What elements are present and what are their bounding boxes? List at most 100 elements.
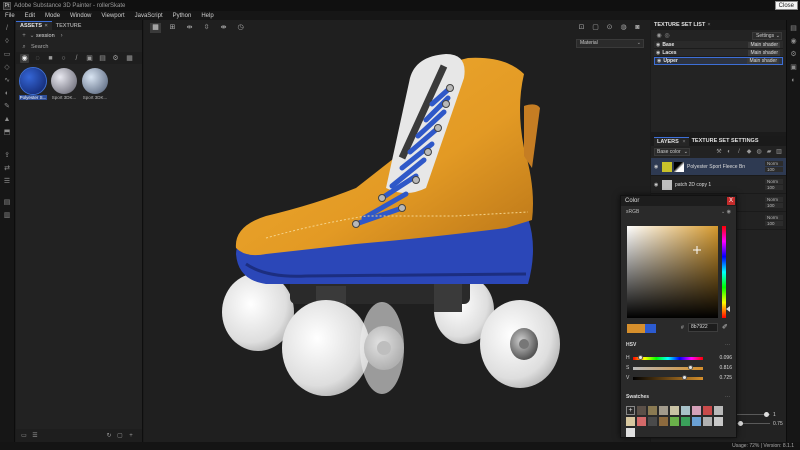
eye-icon[interactable]: ◉ xyxy=(657,58,661,64)
color-swatch[interactable] xyxy=(703,417,712,426)
hsv-section-label[interactable]: HSV xyxy=(626,342,636,348)
layer-row[interactable]: ◉ Polyester Sport Fleece Brus... Norm100 xyxy=(651,158,786,176)
shader-badge[interactable]: Main shader xyxy=(747,58,779,64)
add-icon[interactable]: + xyxy=(127,432,135,440)
close-icon[interactable]: × xyxy=(682,139,685,145)
3d-viewport[interactable]: ▦ ⊞ ⇹ ⇳ ⇼ ◷ ⊡ ▢ ⊙ ◍ ◙ Material ⌄ xyxy=(144,20,650,442)
color-space-row[interactable]: sRGB ⌄ ◉ xyxy=(621,206,736,217)
blend-controls[interactable]: Norm 100 xyxy=(765,197,783,209)
hue-slider-knob[interactable] xyxy=(726,306,730,312)
add-paint-layer-icon[interactable]: / xyxy=(735,148,743,156)
reset-camera-icon[interactable]: ⊡ xyxy=(576,23,587,33)
picker-crosshair-icon[interactable] xyxy=(693,246,701,254)
material-picker-icon[interactable]: ✎ xyxy=(3,102,12,111)
more-options-icon[interactable]: ··· xyxy=(725,394,730,400)
saturation-value-picker[interactable] xyxy=(627,226,718,318)
tab-assets[interactable]: ASSETS × xyxy=(16,21,52,30)
projection-icon[interactable]: ▭ xyxy=(3,50,12,59)
eyedropper-icon[interactable]: ✐ xyxy=(722,323,728,331)
search-bar[interactable]: ⌕ Search xyxy=(16,41,142,52)
smudge-icon[interactable]: ∿ xyxy=(3,76,12,85)
more-options-icon[interactable]: ··· xyxy=(725,342,730,348)
slider-knob[interactable] xyxy=(737,421,743,426)
clone-icon[interactable]: ◐ xyxy=(3,89,12,98)
light-icon[interactable]: ◍ xyxy=(618,23,629,33)
eye-icon[interactable]: ◉ xyxy=(654,164,660,170)
symmetry-icon[interactable]: ⊞ xyxy=(167,23,178,33)
saturation-row[interactable]: S 0.816 xyxy=(626,364,732,372)
color-swatch[interactable] xyxy=(681,406,690,415)
blend-controls[interactable]: Norm 100 xyxy=(765,161,783,173)
view-cube-icon[interactable]: ▢ xyxy=(590,23,601,33)
color-swatch[interactable] xyxy=(670,406,679,415)
color-swatch[interactable] xyxy=(681,417,690,426)
list-view-icon[interactable]: ☰ xyxy=(31,432,39,440)
texture-set-list-icon[interactable]: ▤ xyxy=(789,24,798,33)
color-swatch[interactable] xyxy=(637,417,646,426)
previous-color-swatch[interactable] xyxy=(645,324,656,333)
color-swatch[interactable] xyxy=(703,406,712,415)
share-icon[interactable]: ⇄ xyxy=(3,164,12,173)
dialog-title-bar[interactable]: Color xyxy=(621,196,736,206)
menu-file[interactable]: File xyxy=(0,13,20,19)
value-knob[interactable] xyxy=(681,374,687,380)
layers-toggle-icon[interactable]: ☰ xyxy=(3,177,12,186)
color-swatch[interactable] xyxy=(714,406,723,415)
color-space-select[interactable]: sRGB xyxy=(626,209,639,215)
saturation-knob[interactable] xyxy=(688,364,694,370)
environments-filter-icon[interactable]: ○ xyxy=(59,54,68,63)
add-swatch-button[interactable]: + xyxy=(626,406,635,415)
add-folder-icon[interactable]: ▰ xyxy=(765,148,773,156)
display-mode-icon[interactable]: ⊙ xyxy=(604,23,615,33)
eye-outline-icon[interactable]: ◎ xyxy=(663,32,671,40)
asset-thumbnail[interactable]: Polyester S... xyxy=(19,67,47,100)
value-row[interactable]: V 0.725 xyxy=(626,374,732,382)
mirror-z-icon[interactable]: ⇼ xyxy=(218,23,229,33)
saturation-bar[interactable] xyxy=(633,364,703,370)
shader-badge[interactable]: Main shader xyxy=(748,49,780,56)
polygon-fill-icon[interactable]: ▲ xyxy=(3,115,12,124)
value-bar[interactable] xyxy=(633,374,703,380)
shader-icon[interactable]: ◐ xyxy=(789,76,798,85)
menu-help[interactable]: Help xyxy=(196,13,218,19)
bake-icon[interactable]: ⬒ xyxy=(3,128,12,137)
brushes-filter-icon[interactable]: / xyxy=(72,54,81,63)
history-icon[interactable]: ◷ xyxy=(235,23,246,33)
eye-icon[interactable]: ◉ xyxy=(656,50,660,56)
eye-icon[interactable]: ◉ xyxy=(656,42,660,48)
blend-controls[interactable]: Norm 100 xyxy=(765,179,783,191)
add-material-icon[interactable]: ◍ xyxy=(755,148,763,156)
close-icon[interactable]: × xyxy=(45,23,48,29)
menu-javascript[interactable]: JavaScript xyxy=(130,13,168,19)
close-button[interactable]: X xyxy=(727,197,735,205)
settings-dropdown[interactable]: Settings ⌄ xyxy=(752,31,782,40)
materials-filter-icon[interactable]: ◉ xyxy=(20,53,29,63)
mirror-y-icon[interactable]: ⇳ xyxy=(201,23,212,33)
hue-knob[interactable] xyxy=(637,354,643,360)
folder-icon[interactable]: ▢ xyxy=(116,432,124,440)
blend-controls[interactable]: Norm 100 xyxy=(765,215,783,227)
color-swatch[interactable] xyxy=(692,406,701,415)
tab-texture-set-settings[interactable]: TEXTURE SET SETTINGS xyxy=(689,137,762,145)
eraser-icon[interactable]: ◊ xyxy=(3,37,12,46)
color-swatch[interactable] xyxy=(626,417,635,426)
export-icon[interactable]: ⇪ xyxy=(3,151,12,160)
channel-select[interactable]: Base color ⌄ xyxy=(654,148,690,156)
generators-filter-icon[interactable]: ⚙ xyxy=(111,54,120,63)
color-swatch[interactable] xyxy=(714,417,723,426)
tab-layers[interactable]: LAYERS × xyxy=(654,136,689,146)
menu-window[interactable]: Window xyxy=(65,13,96,19)
session-row[interactable]: + ⌄ session › xyxy=(16,30,142,41)
display-icon[interactable]: ▣ xyxy=(789,63,798,72)
add-fill-layer-icon[interactable]: ◆ xyxy=(745,148,753,156)
filters-filter-icon[interactable]: ▤ xyxy=(98,54,107,63)
hex-input[interactable]: 8b7922 xyxy=(688,323,718,332)
color-swatch[interactable] xyxy=(670,417,679,426)
brush-icon[interactable]: / xyxy=(3,24,12,33)
properties-icon[interactable]: ⚙ xyxy=(789,50,798,59)
menu-edit[interactable]: Edit xyxy=(20,13,40,19)
slider-knob[interactable] xyxy=(764,412,770,417)
camera-icon[interactable]: ◙ xyxy=(632,23,643,33)
document-icon[interactable]: ▤ xyxy=(3,198,12,207)
eye-icon[interactable]: ◉ xyxy=(654,182,660,188)
